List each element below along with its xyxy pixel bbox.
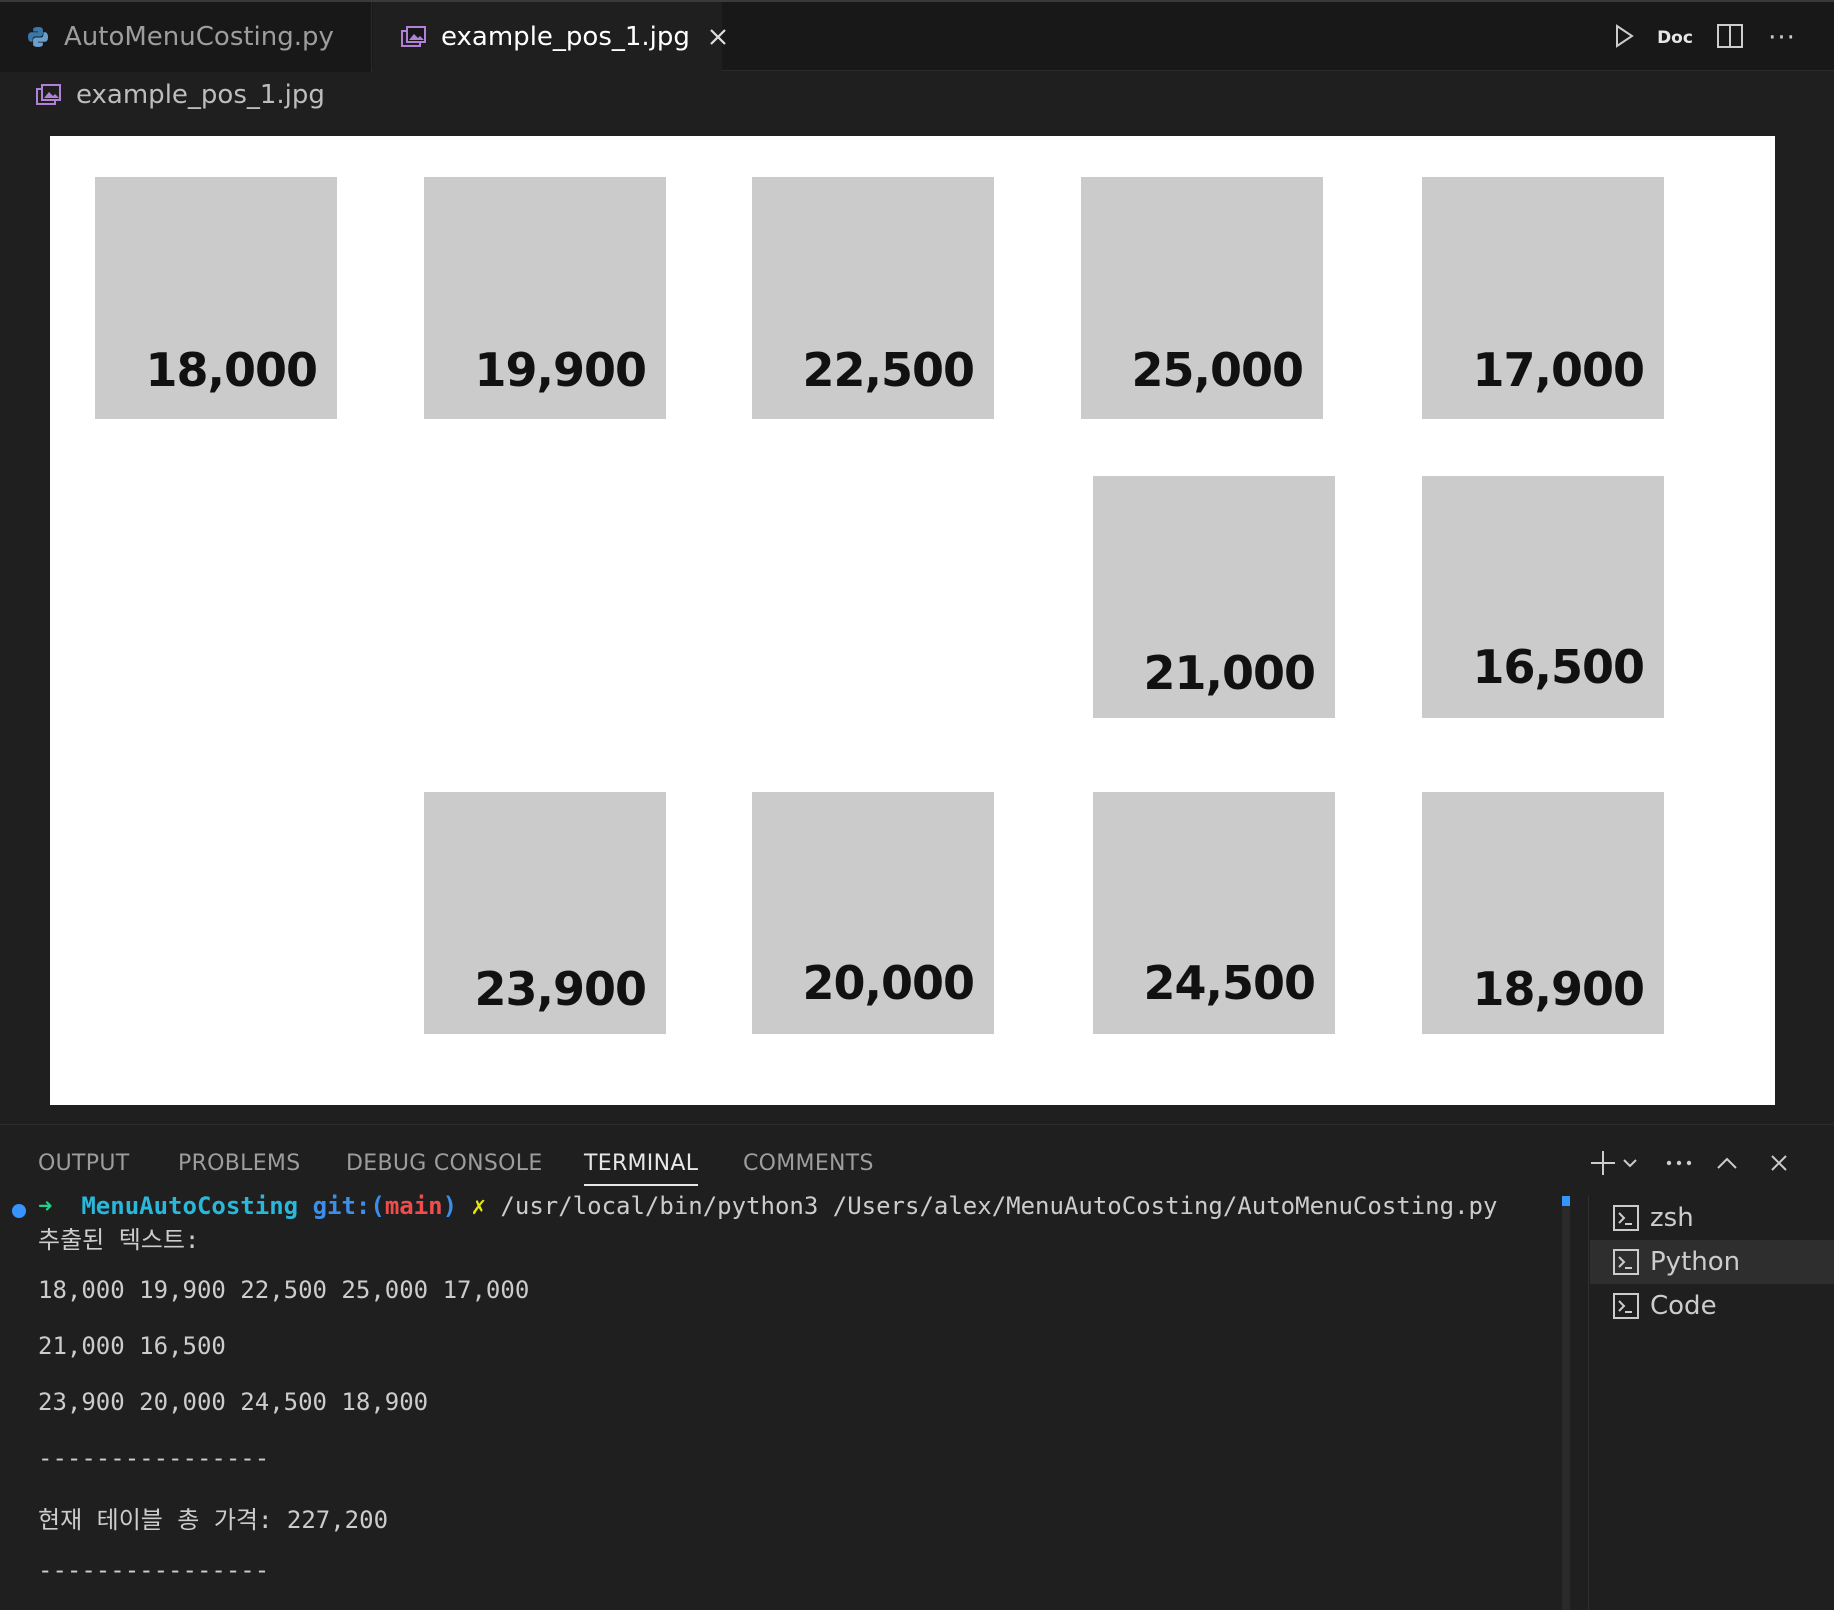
price-label: 16,500 [1472,640,1645,694]
terminal-scrollbar[interactable] [1562,1196,1570,1610]
add-terminal-icon[interactable] [1586,1146,1620,1180]
breadcrumb[interactable]: example_pos_1.jpg [36,78,325,112]
prompt-git-label: git:( [312,1192,385,1220]
tab-terminal[interactable]: TERMINAL [584,1128,699,1198]
tab-example-pos-1-jpg[interactable]: example_pos_1.jpg [373,2,726,72]
terminal-line: 21,000 16,500 [38,1332,226,1360]
price-card: 22,500 [752,177,994,419]
terminal-line: ---------------- [38,1556,270,1584]
maximize-panel-icon[interactable] [1710,1146,1744,1180]
prompt-git-close: ) [442,1192,458,1220]
panel-divider [0,1124,1834,1125]
price-card: 24,500 [1093,792,1335,1034]
terminal-instance-label: zsh [1650,1203,1694,1233]
price-label: 23,900 [474,962,647,1016]
breadcrumb-label: example_pos_1.jpg [76,80,325,110]
prompt-dirty: ✗ [471,1192,486,1220]
terminal-list-divider [1588,1196,1589,1610]
prompt-arrow: ➜ [38,1192,53,1220]
price-card: 16,500 [1422,476,1664,718]
tab-output[interactable]: OUTPUT [38,1128,129,1198]
panel-tab-bar: OUTPUT PROBLEMS DEBUG CONSOLE TERMINAL C… [0,1128,1834,1198]
price-label: 22,500 [802,343,975,397]
tab-label: AutoMenuCosting.py [64,22,334,52]
prompt-dir: MenuAutoCosting [81,1192,299,1220]
tab-comments[interactable]: COMMENTS [743,1128,874,1198]
terminal-instance-zsh[interactable]: zsh [1590,1196,1834,1240]
terminal-line: 23,900 20,000 24,500 18,900 [38,1388,429,1416]
tab-automenucosting-py[interactable]: AutoMenuCosting.py [0,2,372,72]
image-icon [36,84,62,106]
terminal-instance-python[interactable]: Python [1590,1240,1834,1284]
price-card: 17,000 [1422,177,1664,419]
close-icon[interactable] [1762,1146,1796,1180]
editor-tab-bar: AutoMenuCosting.py example_pos_1.jpg Doc… [0,0,1834,72]
split-editor-button[interactable] [1712,20,1748,56]
prompt-command: /usr/local/bin/python3 /Users/alex/MenuA… [500,1192,1498,1220]
terminal-instance-label: Python [1650,1247,1741,1277]
terminal-prompt-line: ➜ MenuAutoCosting git:(main) ✗ /usr/loca… [38,1192,1497,1220]
terminal-icon [1612,1248,1640,1276]
tab-problems[interactable]: PROBLEMS [178,1128,300,1198]
price-label: 17,000 [1472,343,1645,397]
image-icon [401,26,427,48]
terminal-line: 18,000 19,900 22,500 25,000 17,000 [38,1276,530,1304]
terminal-instance-code[interactable]: Code [1590,1284,1834,1328]
image-preview: 18,000 19,900 22,500 25,000 17,000 21,00… [50,136,1775,1105]
price-label: 19,900 [474,343,647,397]
prompt-branch: main [384,1192,443,1220]
price-label: 24,500 [1143,956,1316,1010]
split-editor-icon [1716,22,1744,54]
price-card: 20,000 [752,792,994,1034]
tab-debug-console[interactable]: DEBUG CONSOLE [346,1128,543,1198]
terminal-scroll-thumb[interactable] [1562,1196,1570,1206]
price-card: 25,000 [1081,177,1323,419]
price-label: 18,900 [1472,962,1645,1016]
price-card: 18,900 [1422,792,1664,1034]
doc-button[interactable]: Doc [1652,20,1698,56]
terminal-line: 추출된 텍스트: [38,1226,200,1254]
terminal-icon [1612,1204,1640,1232]
price-label: 20,000 [802,956,975,1010]
chevron-down-icon[interactable] [1618,1146,1642,1180]
terminal-line: 현재 테이블 총 가격: 227,200 [38,1506,389,1534]
terminal-instance-label: Code [1650,1291,1717,1321]
more-icon[interactable] [1662,1146,1696,1180]
terminal-line: ---------------- [38,1444,270,1472]
tab-label: example_pos_1.jpg [441,22,690,52]
terminal-output[interactable]: ➜ MenuAutoCosting git:(main) ✗ /usr/loca… [0,1192,1560,1610]
close-icon[interactable] [708,27,728,47]
play-icon [1612,23,1636,53]
price-label: 21,000 [1143,646,1316,700]
command-status-dot [12,1204,26,1218]
more-actions-button[interactable]: ··· [1762,20,1802,56]
price-label: 18,000 [145,343,318,397]
python-icon [26,25,50,49]
run-button[interactable] [1606,20,1642,56]
price-label: 25,000 [1131,343,1304,397]
price-card: 21,000 [1093,476,1335,718]
terminal-icon [1612,1292,1640,1320]
price-card: 19,900 [424,177,666,419]
price-card: 18,000 [95,177,337,419]
price-card: 23,900 [424,792,666,1034]
